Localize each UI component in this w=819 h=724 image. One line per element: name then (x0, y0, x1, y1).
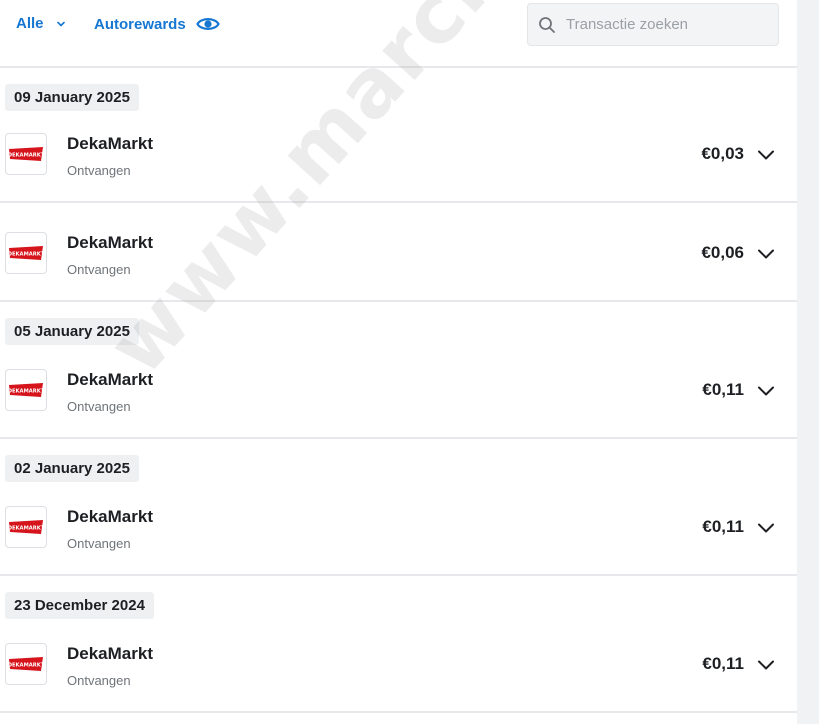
date-chip: 23 December 2024 (5, 592, 154, 619)
svg-text:DEKAMARKT: DEKAMARKT (8, 153, 44, 159)
svg-text:DEKAMARKT: DEKAMARKT (8, 389, 44, 395)
transactions-content: Alle Autorewards 09 January 2 (0, 0, 797, 724)
filter-dropdown[interactable]: Alle (16, 15, 66, 32)
svg-text:DEKAMARKT: DEKAMARKT (8, 526, 44, 532)
dekamarkt-logo: DEKAMARKT (8, 657, 44, 671)
merchant-name: DekaMarkt (67, 134, 153, 153)
transaction-row[interactable]: DEKAMARKT DekaMarkt Ontvangen €0,11 (0, 497, 797, 576)
transaction-list: 09 January 2025 DEKAMARKT DekaMarkt Ontvang… (0, 68, 797, 713)
date-group-header: 23 December 2024 (0, 576, 797, 634)
transaction-row[interactable]: DEKAMARKT DekaMarkt Ontvangen €0,11 (0, 360, 797, 439)
merchant-logo: DEKAMARKT (5, 369, 47, 411)
date-group-header: 09 January 2025 (0, 68, 797, 124)
date-group-header: 02 January 2025 (0, 439, 797, 497)
eye-icon (195, 18, 220, 30)
merchant-name: DekaMarkt (67, 233, 153, 252)
transaction-amount: €0,03 (701, 144, 744, 163)
dekamarkt-logo: DEKAMARKT (8, 520, 44, 534)
date-chip: 05 January 2025 (5, 318, 139, 345)
search-box[interactable] (527, 3, 779, 46)
transaction-row[interactable]: DEKAMARKT DekaMarkt Ontvangen €0,06 (0, 203, 797, 302)
transaction-amount: €0,06 (701, 243, 744, 262)
transaction-status: Ontvangen (67, 399, 131, 414)
autorewards-toggle[interactable]: Autorewards (94, 15, 220, 33)
transaction-status: Ontvangen (67, 163, 131, 178)
chevron-down-icon[interactable] (757, 149, 775, 161)
merchant-logo: DEKAMARKT (5, 133, 47, 175)
filter-label: Alle (16, 15, 44, 32)
merchant-logo: DEKAMARKT (5, 232, 47, 274)
transactions-page: Alle Autorewards 09 January 2 (0, 0, 819, 724)
search-input[interactable] (564, 15, 768, 34)
merchant-name: DekaMarkt (67, 644, 153, 663)
merchant-name: DekaMarkt (67, 507, 153, 526)
date-group-header: 05 January 2025 (0, 302, 797, 360)
svg-text:DEKAMARKT: DEKAMARKT (8, 663, 44, 669)
toolbar: Alle Autorewards (0, 0, 797, 68)
chevron-down-icon[interactable] (757, 659, 775, 671)
transaction-row[interactable]: DEKAMARKT DekaMarkt Ontvangen €0,03 (0, 124, 797, 203)
transaction-amount: €0,11 (702, 517, 744, 536)
date-chip: 02 January 2025 (5, 455, 139, 482)
date-chip: 09 January 2025 (5, 84, 139, 111)
transaction-status: Ontvangen (67, 262, 131, 277)
chevron-down-icon[interactable] (757, 522, 775, 534)
chevron-down-icon (56, 21, 65, 26)
transaction-amount: €0,11 (702, 654, 744, 673)
transaction-row[interactable]: DEKAMARKT DekaMarkt Ontvangen €0,11 (0, 634, 797, 713)
transaction-status: Ontvangen (67, 673, 131, 688)
merchant-logo: DEKAMARKT (5, 643, 47, 685)
chevron-down-icon[interactable] (757, 248, 775, 260)
transaction-amount: €0,11 (702, 380, 744, 399)
scrollbar[interactable] (797, 0, 819, 724)
merchant-name: DekaMarkt (67, 370, 153, 389)
transaction-status: Ontvangen (67, 536, 131, 551)
autorewards-label: Autorewards (94, 15, 186, 33)
merchant-logo: DEKAMARKT (5, 506, 47, 548)
dekamarkt-logo: DEKAMARKT (8, 147, 44, 161)
dekamarkt-logo: DEKAMARKT (8, 383, 44, 397)
chevron-down-icon[interactable] (757, 385, 775, 397)
svg-text:DEKAMARKT: DEKAMARKT (8, 252, 44, 258)
search-icon (539, 16, 555, 33)
dekamarkt-logo: DEKAMARKT (8, 246, 44, 260)
